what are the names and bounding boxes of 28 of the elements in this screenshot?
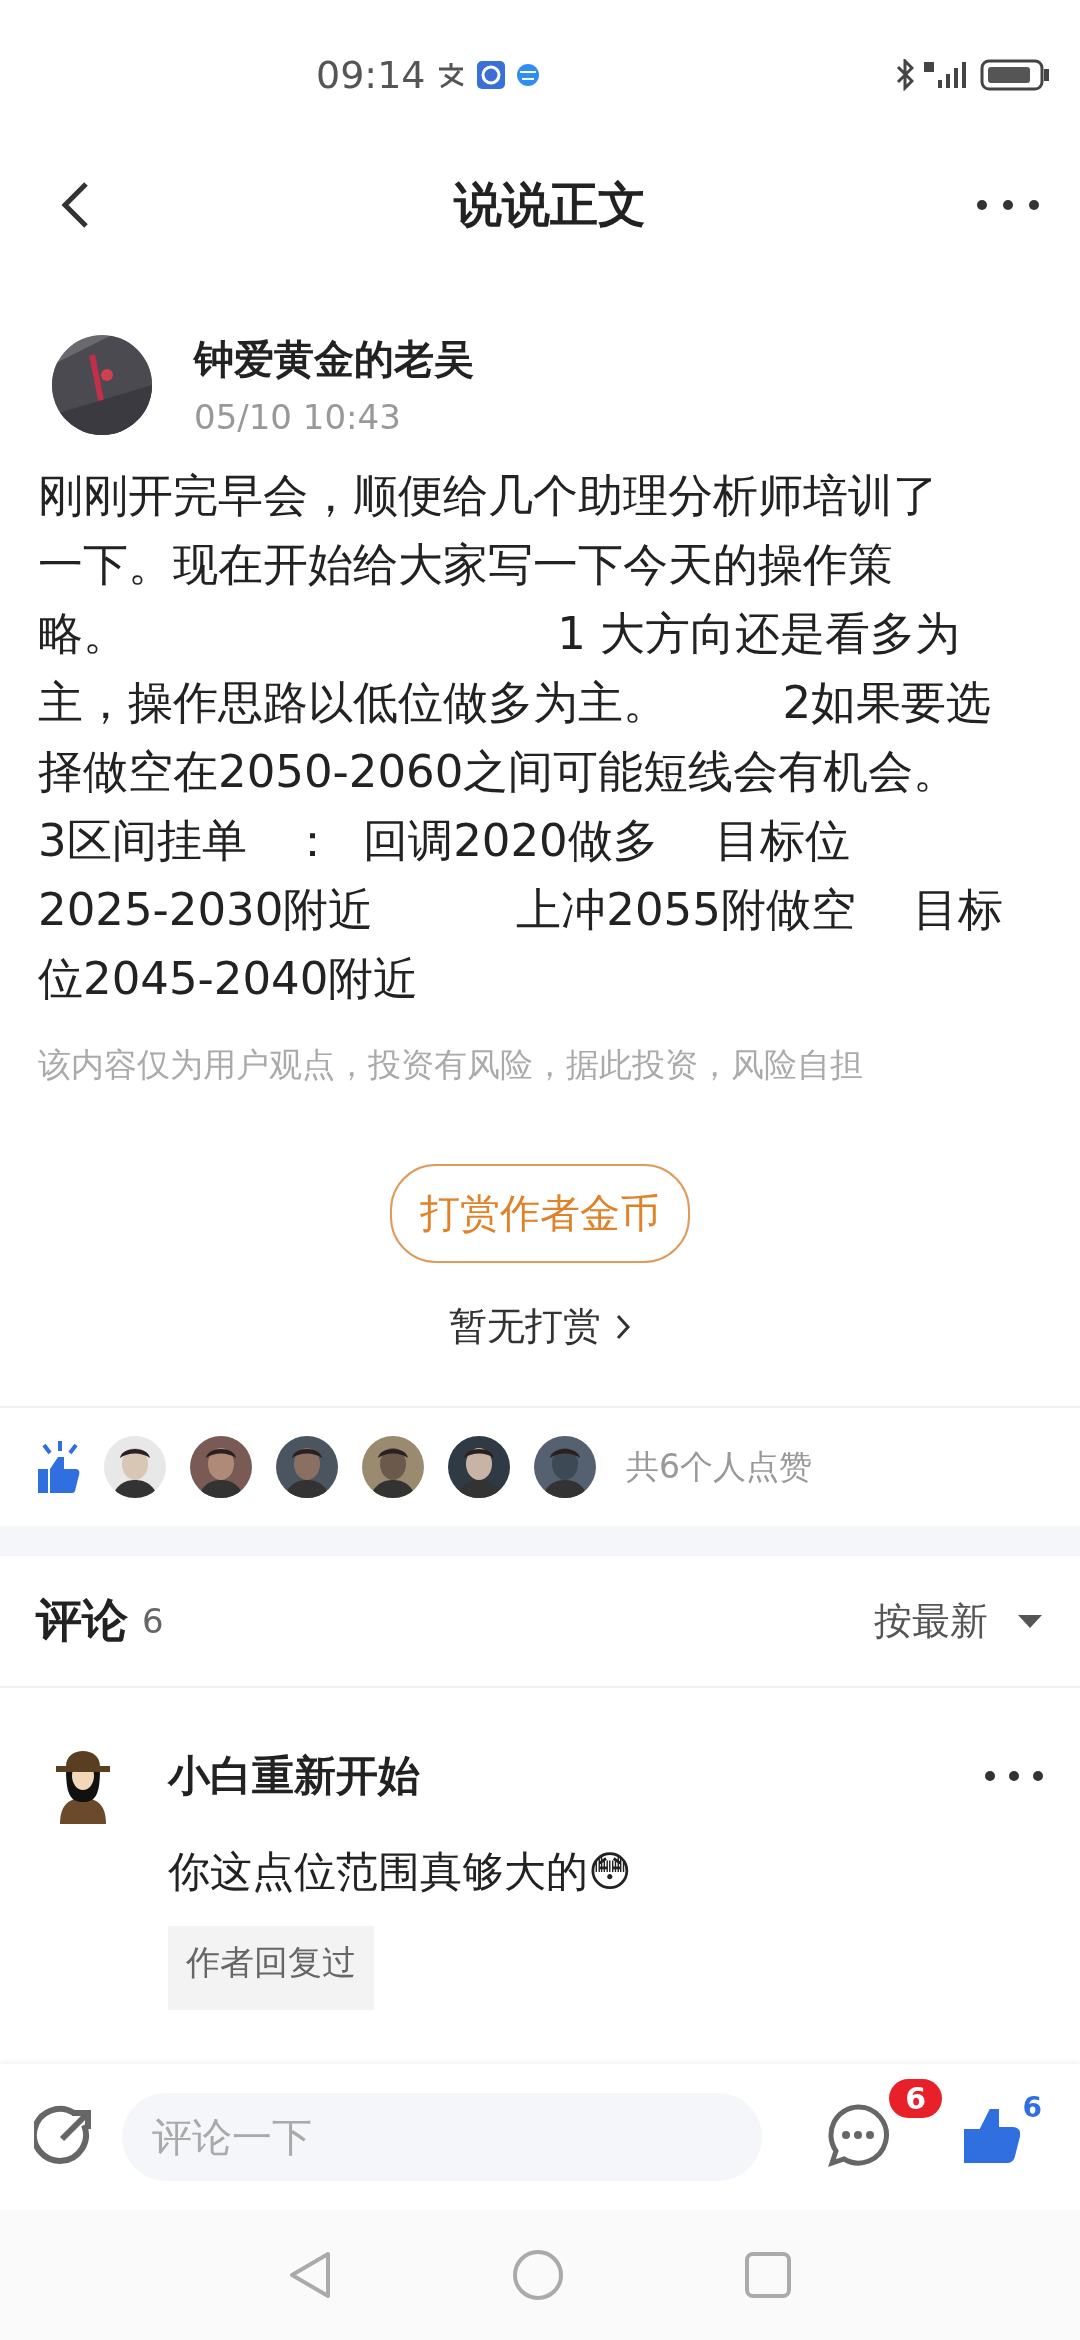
- like-icon[interactable]: [964, 2107, 1020, 2163]
- author-replied-tag: 作者回复过: [168, 1926, 374, 2010]
- battery-icon: [980, 59, 1050, 91]
- comment-icon[interactable]: [826, 2103, 890, 2167]
- caret-icon: [1016, 1613, 1044, 1629]
- bluetooth-icon: [896, 59, 914, 91]
- disclaimer: 该内容仅为用户观点，投资有风险，据此投资，风险自担: [38, 1044, 864, 1086]
- browser-icon: [515, 63, 540, 87]
- comments-count: 6: [142, 1601, 164, 1641]
- post-time: 05/10 10:43: [194, 397, 402, 437]
- like-count: 6: [1022, 2091, 1042, 2124]
- status-time: 09:14: [316, 53, 426, 97]
- post-text: 刚刚开完早会，顺便给几个助理分析师培训了 一下。现在开始给大家写一下今天的操作策 略。 1 大方向还是看多为 主，操作思路以低位做多为主。 2如果要选 择做空在2050-2060之间可能短线会有机会。 3区间挂单 ： 回调2020做多 目标位 2025-2030附近 上冲2055附做空 目标 位2045-2040附近: [38, 468, 1005, 1007]
- commenter-name[interactable]: 小白重新开始: [168, 1748, 420, 1804]
- page-title: 说说正文: [454, 175, 646, 234]
- comments-title: 评论: [36, 1592, 128, 1649]
- author-name[interactable]: 钟爱黄金的老吴: [194, 332, 474, 387]
- more-icon[interactable]: [976, 199, 1040, 211]
- more-icon[interactable]: [984, 1770, 1044, 1782]
- comment-text: 你这点位范围真够大的😳: [168, 1846, 633, 1898]
- sort-dropdown[interactable]: 按最新: [874, 1595, 1044, 1647]
- chevron-icon: [615, 1312, 631, 1341]
- app-notification-icon: [475, 60, 506, 90]
- reward-status-link[interactable]: 暂无打赏: [449, 1301, 631, 1352]
- comment-input[interactable]: 评论一下: [122, 2093, 762, 2181]
- thumbs-up-icon: [36, 1439, 80, 1495]
- comment-count-badge: 6: [889, 2079, 942, 2118]
- back-icon[interactable]: [60, 180, 90, 230]
